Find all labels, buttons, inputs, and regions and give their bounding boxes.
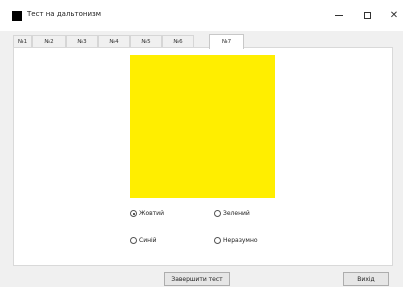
option-yellow[interactable]: Жовтий <box>130 210 164 217</box>
option-blue-label: Синій <box>139 237 157 244</box>
app-icon <box>12 11 22 21</box>
option-unclear-label: Неразумно <box>223 237 258 244</box>
option-blue[interactable]: Синій <box>130 237 157 244</box>
option-green-label: Зелений <box>223 210 250 217</box>
color-sample <box>130 55 275 198</box>
close-icon: ✕ <box>389 9 399 21</box>
exit-button[interactable]: Вихід <box>343 272 389 286</box>
title-bar: Тест на дальтонизм ✕ <box>0 0 403 31</box>
radio-yellow[interactable] <box>130 210 137 217</box>
minimize-icon <box>335 14 343 16</box>
tab-4[interactable]: №4 <box>98 35 130 47</box>
tab-2[interactable]: №2 <box>32 35 66 47</box>
radio-unclear[interactable] <box>214 237 221 244</box>
app-window: Тест на дальтонизм ✕ №1 №2 №3 №4 №5 №6 №… <box>0 0 403 287</box>
tab-1[interactable]: №1 <box>13 35 32 47</box>
tab-strip: №1 №2 №3 №4 №5 №6 №7 <box>13 34 393 49</box>
option-green[interactable]: Зелений <box>214 210 250 217</box>
close-button[interactable]: ✕ <box>381 4 403 26</box>
maximize-button[interactable] <box>354 4 380 26</box>
tab-7[interactable]: №7 <box>209 34 244 49</box>
minimize-button[interactable] <box>326 4 352 26</box>
option-unclear[interactable]: Неразумно <box>214 237 258 244</box>
radio-green[interactable] <box>214 210 221 217</box>
tab-6[interactable]: №6 <box>162 35 194 47</box>
option-yellow-label: Жовтий <box>139 210 164 217</box>
maximize-icon <box>363 11 371 19</box>
finish-test-button[interactable]: Завершити тест <box>164 272 230 286</box>
tab-5[interactable]: №5 <box>130 35 162 47</box>
window-title: Тест на дальтонизм <box>27 10 102 18</box>
radio-blue[interactable] <box>130 237 137 244</box>
tab-panel: Жовтий Зелений Синій Неразумно <box>13 47 393 266</box>
tab-3[interactable]: №3 <box>66 35 98 47</box>
